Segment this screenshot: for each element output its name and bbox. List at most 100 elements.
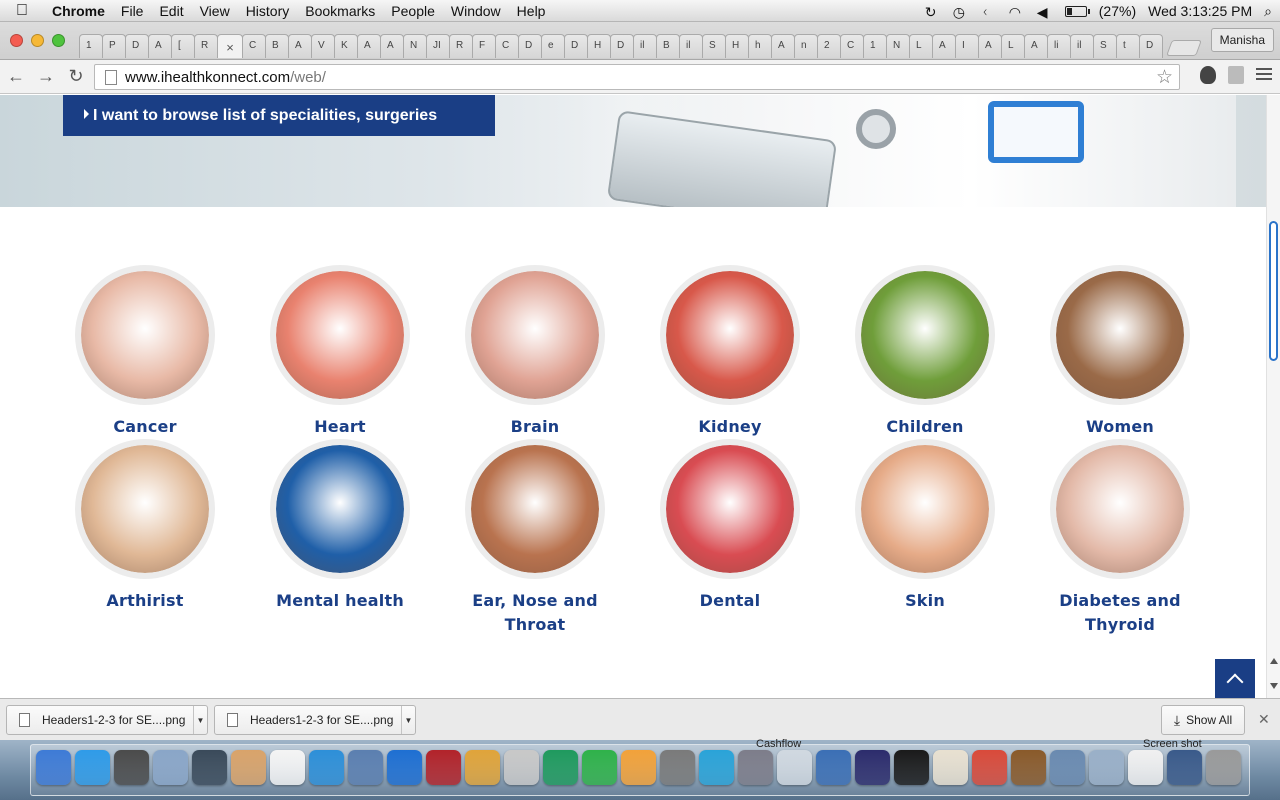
browser-tab[interactable]: N [403, 34, 427, 58]
minimize-window-button[interactable] [31, 34, 44, 47]
bookmark-star-icon[interactable]: ☆ [1156, 66, 1173, 89]
preview-icon[interactable] [777, 750, 812, 785]
owl-extension-icon[interactable] [1200, 66, 1216, 84]
scroll-to-top-button[interactable] [1215, 659, 1255, 698]
calendar-icon[interactable] [270, 750, 305, 785]
textedit-icon[interactable] [933, 750, 968, 785]
trash-icon[interactable] [1206, 750, 1241, 785]
browser-tab[interactable]: D [1139, 34, 1163, 58]
browser-tab[interactable]: S [1093, 34, 1117, 58]
photo-booth-icon[interactable] [426, 750, 461, 785]
browser-tab[interactable]: H [587, 34, 611, 58]
browser-tab[interactable]: S [702, 34, 726, 58]
imovie-icon[interactable] [504, 750, 539, 785]
browser-tab[interactable]: [ [171, 34, 195, 58]
browser-tab[interactable]: il [679, 34, 703, 58]
browser-tab[interactable]: il [633, 34, 657, 58]
browser-tab[interactable]: A [148, 34, 172, 58]
browser-tab[interactable]: N [886, 34, 910, 58]
speciality-card[interactable]: Arthirist [55, 439, 235, 613]
browser-tab[interactable]: A [932, 34, 956, 58]
presentation-icon[interactable] [621, 750, 656, 785]
app-store-icon[interactable] [75, 750, 110, 785]
menu-history[interactable]: History [238, 3, 298, 19]
itunes-icon[interactable] [387, 750, 422, 785]
browser-tab[interactable]: L [1001, 34, 1025, 58]
speciality-image[interactable] [1050, 439, 1190, 579]
browser-tab[interactable]: K [334, 34, 358, 58]
browser-tab[interactable]: A [357, 34, 381, 58]
new-tab-button[interactable] [1166, 40, 1202, 56]
mail-icon[interactable] [153, 750, 188, 785]
speciality-card[interactable]: Skin [835, 439, 1015, 613]
browser-tab[interactable]: 1 [79, 34, 103, 58]
browse-specialities-button[interactable]: I want to browse list of specialities, s… [63, 95, 495, 136]
address-bar[interactable]: www.ihealthkonnect.com/web/ ☆ [94, 64, 1180, 90]
volume-icon[interactable]: ◀ [1037, 4, 1053, 20]
active-tab-close-icon[interactable]: × [217, 34, 243, 58]
speciality-image[interactable] [855, 439, 995, 579]
apple-icon[interactable]:  [0, 2, 44, 20]
speciality-image[interactable] [855, 265, 995, 405]
page-scrollbar[interactable] [1266, 95, 1280, 698]
speciality-card[interactable]: Diabetes and Thyroid [1030, 439, 1210, 637]
menubar-clock[interactable]: Wed 3:13:25 PM [1148, 3, 1252, 19]
speciality-card[interactable]: Children [835, 265, 1015, 439]
browser-tab[interactable]: t [1116, 34, 1140, 58]
speciality-image[interactable] [465, 439, 605, 579]
menu-help[interactable]: Help [509, 3, 554, 19]
suitcase-icon[interactable] [1011, 750, 1046, 785]
speciality-image[interactable] [270, 265, 410, 405]
speciality-label[interactable]: Kidney [640, 415, 820, 439]
speciality-card[interactable]: Brain [445, 265, 625, 439]
documents-icon[interactable] [1089, 750, 1124, 785]
speciality-image[interactable] [75, 265, 215, 405]
chrome-menu-icon[interactable] [1256, 68, 1272, 80]
browser-tab[interactable]: I [955, 34, 979, 58]
show-all-downloads-button[interactable]: ⤓ Show All [1161, 705, 1245, 735]
browser-tab[interactable]: D [564, 34, 588, 58]
camera-icon[interactable] [192, 750, 227, 785]
browser-tab[interactable]: li [1047, 34, 1071, 58]
speciality-card[interactable]: Ear, Nose and Throat [445, 439, 625, 637]
messages-icon[interactable] [699, 750, 734, 785]
browser-tab[interactable]: L [909, 34, 933, 58]
browser-tab[interactable]: V [311, 34, 335, 58]
browser-tab[interactable]: A [1024, 34, 1048, 58]
browser-tab[interactable]: A [978, 34, 1002, 58]
speciality-label[interactable]: Cancer [55, 415, 235, 439]
browser-tab[interactable]: il [1070, 34, 1094, 58]
contacts-icon[interactable] [231, 750, 266, 785]
plus-app-icon[interactable] [894, 750, 929, 785]
cashflow-icon[interactable] [582, 750, 617, 785]
photos-icon[interactable] [348, 750, 383, 785]
browser-tab[interactable]: D [125, 34, 149, 58]
menu-file[interactable]: File [113, 3, 152, 19]
speciality-label[interactable]: Dental [640, 589, 820, 613]
menu-app-chrome[interactable]: Chrome [44, 3, 113, 19]
wifi-icon[interactable]: ◠ [1009, 4, 1025, 20]
system-preferences-icon[interactable] [660, 750, 695, 785]
speciality-label[interactable]: Skin [835, 589, 1015, 613]
profile-button[interactable]: Manisha [1210, 28, 1274, 52]
sync-icon[interactable]: ↻ [925, 4, 941, 20]
browser-tab[interactable]: JI [426, 34, 450, 58]
browser-tab[interactable]: A [380, 34, 404, 58]
speciality-label[interactable]: Ear, Nose and Throat [470, 589, 600, 637]
bluetooth-icon[interactable]: ᚲ [981, 4, 997, 20]
browser-tab[interactable]: n [794, 34, 818, 58]
speciality-image[interactable] [270, 439, 410, 579]
download-menu-icon[interactable]: ▼ [193, 706, 207, 734]
speciality-card[interactable]: Mental health [250, 439, 430, 613]
speciality-label[interactable]: Arthirist [55, 589, 235, 613]
speciality-image[interactable] [660, 265, 800, 405]
chrome-icon[interactable] [972, 750, 1007, 785]
speciality-label[interactable]: Children [835, 415, 1015, 439]
browser-tab[interactable]: R [449, 34, 473, 58]
browser-tab[interactable]: F [472, 34, 496, 58]
download-item[interactable]: Headers1-2-3 for SE....png ▼ [214, 705, 416, 735]
menu-view[interactable]: View [192, 3, 238, 19]
browser-tab[interactable]: C [840, 34, 864, 58]
speciality-image[interactable] [660, 439, 800, 579]
speciality-image[interactable] [1050, 265, 1190, 405]
